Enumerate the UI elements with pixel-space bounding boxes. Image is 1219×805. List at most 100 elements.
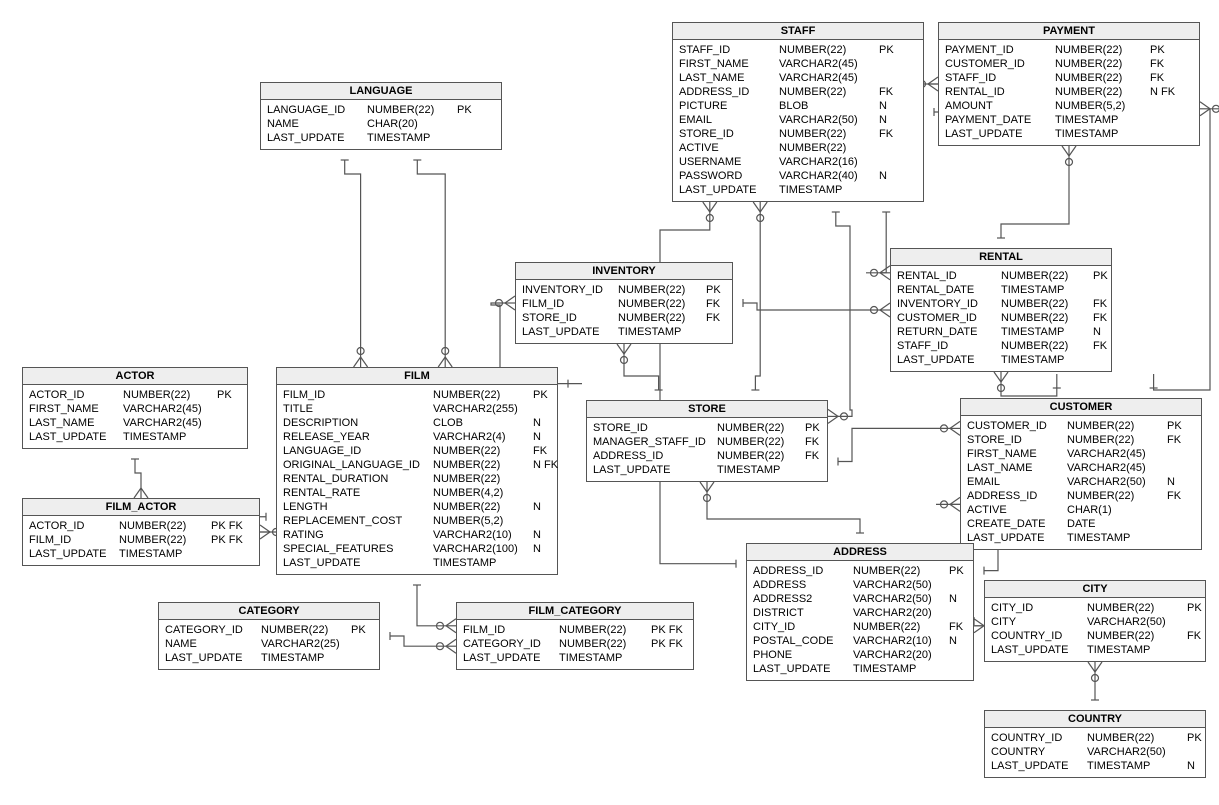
column-type: NUMBER(22)	[261, 623, 351, 637]
entity-film[interactable]: FILMFILM_IDNUMBER(22)PKTITLEVARCHAR2(255…	[276, 367, 558, 575]
column-type: NUMBER(22)	[119, 533, 211, 547]
entity-film_actor[interactable]: FILM_ACTORACTOR_IDNUMBER(22)PK FKFILM_ID…	[22, 498, 260, 566]
column-type: NUMBER(22)	[853, 564, 949, 578]
entity-title: CITY	[985, 581, 1205, 598]
entity-title: LANGUAGE	[261, 83, 501, 100]
column-name: AMOUNT	[945, 99, 1055, 113]
column-row: ADDRESS_IDNUMBER(22)FK	[679, 85, 917, 99]
column-row: CATEGORY_IDNUMBER(22)PK	[165, 623, 373, 637]
entity-payment[interactable]: PAYMENTPAYMENT_IDNUMBER(22)PKCUSTOMER_ID…	[938, 22, 1200, 146]
column-type: NUMBER(22)	[1067, 489, 1167, 503]
entity-rental[interactable]: RENTALRENTAL_IDNUMBER(22)PKRENTAL_DATETI…	[890, 248, 1112, 372]
entity-columns: CATEGORY_IDNUMBER(22)PKNAMEVARCHAR2(25)L…	[159, 620, 379, 669]
column-flags: FK	[1187, 629, 1201, 643]
column-type: TIMESTAMP	[1001, 353, 1093, 367]
column-name: TITLE	[283, 402, 433, 416]
column-row: LAST_NAMEVARCHAR2(45)	[967, 461, 1195, 475]
column-flags: FK	[949, 620, 963, 634]
column-type: NUMBER(22)	[618, 297, 706, 311]
entity-columns: INVENTORY_IDNUMBER(22)PKFILM_IDNUMBER(22…	[516, 280, 732, 343]
entity-address[interactable]: ADDRESSADDRESS_IDNUMBER(22)PKADDRESSVARC…	[746, 543, 974, 681]
entity-language[interactable]: LANGUAGELANGUAGE_IDNUMBER(22)PKNAMECHAR(…	[260, 82, 502, 150]
entity-columns: LANGUAGE_IDNUMBER(22)PKNAMECHAR(20)LAST_…	[261, 100, 501, 149]
column-row: PAYMENT_IDNUMBER(22)PK	[945, 43, 1193, 57]
column-row: LAST_UPDATETIMESTAMP	[29, 547, 253, 561]
entity-columns: ACTOR_IDNUMBER(22)PK FKFILM_IDNUMBER(22)…	[23, 516, 259, 565]
column-name: FIRST_NAME	[967, 447, 1067, 461]
column-type: NUMBER(22)	[779, 85, 879, 99]
column-row: RENTAL_DATETIMESTAMP	[897, 283, 1105, 297]
column-flags: PK FK	[651, 623, 683, 637]
column-flags: PK	[1187, 601, 1202, 615]
column-row: LAST_UPDATETIMESTAMP	[593, 463, 821, 477]
column-type: VARCHAR2(25)	[261, 637, 351, 651]
column-flags: N	[1093, 325, 1101, 339]
column-name: MANAGER_STAFF_ID	[593, 435, 717, 449]
column-row: DISTRICTVARCHAR2(20)	[753, 606, 967, 620]
column-name: ADDRESS2	[753, 592, 853, 606]
column-name: PAYMENT_ID	[945, 43, 1055, 57]
column-type: VARCHAR2(45)	[1067, 461, 1167, 475]
column-type: NUMBER(22)	[717, 421, 805, 435]
column-name: RENTAL_DURATION	[283, 472, 433, 486]
column-flags: FK	[805, 435, 819, 449]
column-row: LANGUAGE_IDNUMBER(22)PK	[267, 103, 495, 117]
entity-country[interactable]: COUNTRYCOUNTRY_IDNUMBER(22)PKCOUNTRYVARC…	[984, 710, 1206, 778]
column-row: INVENTORY_IDNUMBER(22)FK	[897, 297, 1105, 311]
column-name: COUNTRY	[991, 745, 1087, 759]
column-type: NUMBER(22)	[1087, 731, 1187, 745]
column-flags: FK	[805, 449, 819, 463]
column-row: NAMEVARCHAR2(25)	[165, 637, 373, 651]
column-name: FIRST_NAME	[29, 402, 123, 416]
column-flags: N	[949, 592, 957, 606]
column-flags: PK	[457, 103, 472, 117]
column-row: FIRST_NAMEVARCHAR2(45)	[679, 57, 917, 71]
column-type: NUMBER(4,2)	[433, 486, 533, 500]
column-name: CITY_ID	[753, 620, 853, 634]
column-name: PAYMENT_DATE	[945, 113, 1055, 127]
column-flags: FK	[1093, 339, 1107, 353]
column-name: LAST_UPDATE	[267, 131, 367, 145]
column-name: CITY	[991, 615, 1087, 629]
entity-city[interactable]: CITYCITY_IDNUMBER(22)PKCITYVARCHAR2(50)C…	[984, 580, 1206, 662]
column-type: NUMBER(22)	[1055, 57, 1150, 71]
entity-staff[interactable]: STAFFSTAFF_IDNUMBER(22)PKFIRST_NAMEVARCH…	[672, 22, 924, 202]
column-type: BLOB	[779, 99, 879, 113]
column-row: RETURN_DATETIMESTAMPN	[897, 325, 1105, 339]
entity-columns: FILM_IDNUMBER(22)PKTITLEVARCHAR2(255)DES…	[277, 385, 557, 574]
column-name: PICTURE	[679, 99, 779, 113]
column-type: NUMBER(22)	[433, 472, 533, 486]
column-flags: N	[533, 528, 541, 542]
column-row: LAST_UPDATETIMESTAMP	[991, 643, 1199, 657]
column-type: NUMBER(22)	[717, 435, 805, 449]
entity-actor[interactable]: ACTORACTOR_IDNUMBER(22)PKFIRST_NAMEVARCH…	[22, 367, 248, 449]
entity-store[interactable]: STORESTORE_IDNUMBER(22)PKMANAGER_STAFF_I…	[586, 400, 828, 482]
column-row: CREATE_DATEDATE	[967, 517, 1195, 531]
column-row: LAST_UPDATETIMESTAMPN	[991, 759, 1199, 773]
entity-title: COUNTRY	[985, 711, 1205, 728]
column-flags: N	[1187, 759, 1195, 773]
column-type: TIMESTAMP	[779, 183, 879, 197]
column-type: NUMBER(22)	[1087, 601, 1187, 615]
column-type: NUMBER(22)	[1055, 43, 1150, 57]
column-row: STAFF_IDNUMBER(22)PK	[679, 43, 917, 57]
column-name: LENGTH	[283, 500, 433, 514]
column-type: NUMBER(22)	[1001, 339, 1093, 353]
column-type: VARCHAR2(10)	[433, 528, 533, 542]
column-type: VARCHAR2(40)	[779, 169, 879, 183]
column-flags: PK FK	[211, 533, 243, 547]
column-type: TIMESTAMP	[853, 662, 949, 676]
column-name: COUNTRY_ID	[991, 731, 1087, 745]
entity-film_category[interactable]: FILM_CATEGORYFILM_IDNUMBER(22)PK FKCATEG…	[456, 602, 694, 670]
column-type: VARCHAR2(45)	[1067, 447, 1167, 461]
entity-customer[interactable]: CUSTOMERCUSTOMER_IDNUMBER(22)PKSTORE_IDN…	[960, 398, 1202, 550]
column-name: STAFF_ID	[897, 339, 1001, 353]
column-type: NUMBER(22)	[618, 311, 706, 325]
column-type: TIMESTAMP	[1087, 643, 1187, 657]
column-row: ORIGINAL_LANGUAGE_IDNUMBER(22)N FK	[283, 458, 551, 472]
entity-inventory[interactable]: INVENTORYINVENTORY_IDNUMBER(22)PKFILM_ID…	[515, 262, 733, 344]
column-row: ACTOR_IDNUMBER(22)PK	[29, 388, 241, 402]
column-row: AMOUNTNUMBER(5,2)	[945, 99, 1193, 113]
column-row: LAST_UPDATETIMESTAMP	[945, 127, 1193, 141]
entity-category[interactable]: CATEGORYCATEGORY_IDNUMBER(22)PKNAMEVARCH…	[158, 602, 380, 670]
